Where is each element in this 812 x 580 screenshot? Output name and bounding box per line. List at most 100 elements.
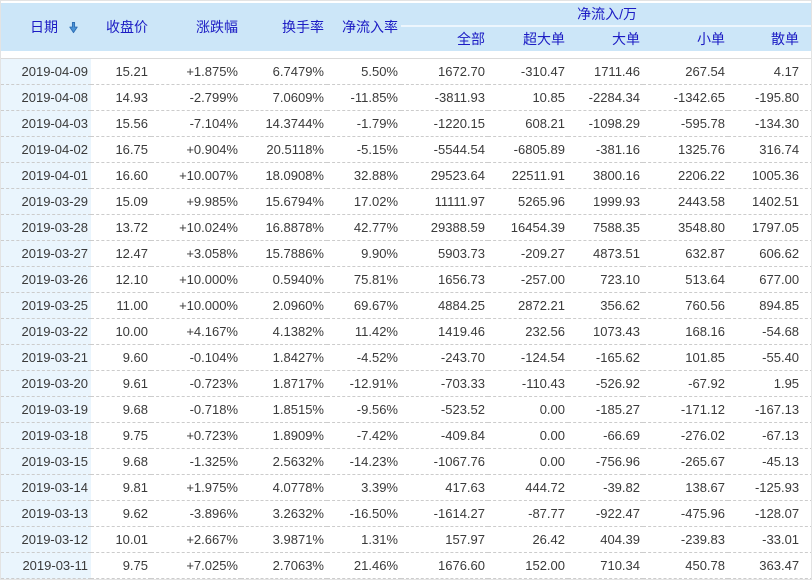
cell-turnover: 14.3744%	[241, 111, 327, 137]
cell-date: 2019-03-11	[1, 553, 91, 579]
cell-change: +7.025%	[151, 553, 241, 579]
cell-turnover: 3.9871%	[241, 527, 327, 553]
cell-super-large: 26.42	[488, 527, 568, 553]
cell-inflow-rate: 69.67%	[327, 293, 401, 319]
cell-large: -922.47	[568, 501, 643, 527]
cell-small: -265.67	[643, 449, 728, 475]
cell-change: +10.007%	[151, 163, 241, 189]
cell-all: 11111.97	[401, 189, 488, 215]
cell-change: +0.723%	[151, 423, 241, 449]
cell-all: 417.63	[401, 475, 488, 501]
cell-retail: -45.13	[728, 449, 812, 475]
cell-all: 1419.46	[401, 319, 488, 345]
cell-change: -7.104%	[151, 111, 241, 137]
table-row: 2019-03-2612.10+10.000%0.5940%75.81%1656…	[1, 267, 812, 293]
cell-inflow-rate: 75.81%	[327, 267, 401, 293]
cell-large: -526.92	[568, 371, 643, 397]
cell-large: -165.62	[568, 345, 643, 371]
cell-turnover: 3.2632%	[241, 501, 327, 527]
cell-change: -1.325%	[151, 449, 241, 475]
cell-turnover: 15.6794%	[241, 189, 327, 215]
column-header-date[interactable]: 日期	[1, 3, 91, 51]
cell-inflow-rate: 5.50%	[327, 59, 401, 85]
cell-all: -409.84	[401, 423, 488, 449]
cell-inflow-rate: -9.56%	[327, 397, 401, 423]
cell-retail: 1005.36	[728, 163, 812, 189]
cell-close: 12.10	[91, 267, 151, 293]
cell-inflow-rate: -7.42%	[327, 423, 401, 449]
cell-date: 2019-03-27	[1, 241, 91, 267]
cell-close: 9.81	[91, 475, 151, 501]
column-header-inflow-rate: 净流入率	[327, 3, 401, 51]
cell-turnover: 2.0960%	[241, 293, 327, 319]
table-row: 2019-03-119.75+7.025%2.7063%21.46%1676.6…	[1, 553, 812, 579]
cell-small: 513.64	[643, 267, 728, 293]
cell-large: -381.16	[568, 137, 643, 163]
cell-large: 1999.93	[568, 189, 643, 215]
cell-date: 2019-04-02	[1, 137, 91, 163]
cell-close: 11.00	[91, 293, 151, 319]
cell-turnover: 6.7479%	[241, 59, 327, 85]
column-header-super-large: 超大单	[488, 26, 568, 51]
cell-all: 5903.73	[401, 241, 488, 267]
cell-all: -243.70	[401, 345, 488, 371]
cell-super-large: 10.85	[488, 85, 568, 111]
cell-close: 13.72	[91, 215, 151, 241]
sort-desc-icon[interactable]	[67, 21, 80, 34]
table-row: 2019-03-159.68-1.325%2.5632%-14.23%-1067…	[1, 449, 812, 475]
cell-turnover: 2.5632%	[241, 449, 327, 475]
cell-close: 9.61	[91, 371, 151, 397]
column-header-date-label: 日期	[30, 17, 58, 37]
cell-turnover: 1.8427%	[241, 345, 327, 371]
table-body: 2019-04-0915.21+1.875%6.7479%5.50%1672.7…	[1, 51, 812, 580]
table-row: 2019-03-149.81+1.975%4.0778%3.39%417.634…	[1, 475, 812, 501]
header-body-divider	[1, 51, 812, 59]
table-row: 2019-04-0915.21+1.875%6.7479%5.50%1672.7…	[1, 59, 812, 85]
cell-small: 101.85	[643, 345, 728, 371]
cell-retail: -128.07	[728, 501, 812, 527]
cell-change: +4.167%	[151, 319, 241, 345]
cell-turnover: 18.0908%	[241, 163, 327, 189]
cell-large: -2284.34	[568, 85, 643, 111]
table-row: 2019-03-1210.01+2.667%3.9871%1.31%157.97…	[1, 527, 812, 553]
cell-large: -756.96	[568, 449, 643, 475]
cell-date: 2019-04-09	[1, 59, 91, 85]
cell-close: 15.56	[91, 111, 151, 137]
cell-turnover: 20.5118%	[241, 137, 327, 163]
cell-large: 4873.51	[568, 241, 643, 267]
cell-retail: 894.85	[728, 293, 812, 319]
cell-super-large: -110.43	[488, 371, 568, 397]
cell-retail: -33.01	[728, 527, 812, 553]
cell-small: 632.87	[643, 241, 728, 267]
cell-inflow-rate: 32.88%	[327, 163, 401, 189]
cell-super-large: 232.56	[488, 319, 568, 345]
cell-small: 450.78	[643, 553, 728, 579]
cell-small: 267.54	[643, 59, 728, 85]
cell-small: 168.16	[643, 319, 728, 345]
cell-super-large: -124.54	[488, 345, 568, 371]
cell-large: 356.62	[568, 293, 643, 319]
cell-date: 2019-03-12	[1, 527, 91, 553]
cell-super-large: -257.00	[488, 267, 568, 293]
cell-super-large: -310.47	[488, 59, 568, 85]
cell-inflow-rate: 11.42%	[327, 319, 401, 345]
cell-close: 16.60	[91, 163, 151, 189]
cell-large: -39.82	[568, 475, 643, 501]
cell-close: 9.75	[91, 423, 151, 449]
cell-date: 2019-03-20	[1, 371, 91, 397]
cell-small: -1342.65	[643, 85, 728, 111]
cell-retail: 4.17	[728, 59, 812, 85]
cell-date: 2019-04-01	[1, 163, 91, 189]
cell-small: -171.12	[643, 397, 728, 423]
column-header-turnover: 换手率	[241, 3, 327, 51]
cell-super-large: 2872.21	[488, 293, 568, 319]
cell-change: +9.985%	[151, 189, 241, 215]
cell-date: 2019-03-26	[1, 267, 91, 293]
table-row: 2019-03-2813.72+10.024%16.8878%42.77%293…	[1, 215, 812, 241]
cell-super-large: 0.00	[488, 423, 568, 449]
cell-large: 1711.46	[568, 59, 643, 85]
cell-inflow-rate: 17.02%	[327, 189, 401, 215]
cell-retail: -134.30	[728, 111, 812, 137]
cell-small: -475.96	[643, 501, 728, 527]
cell-all: -5544.54	[401, 137, 488, 163]
